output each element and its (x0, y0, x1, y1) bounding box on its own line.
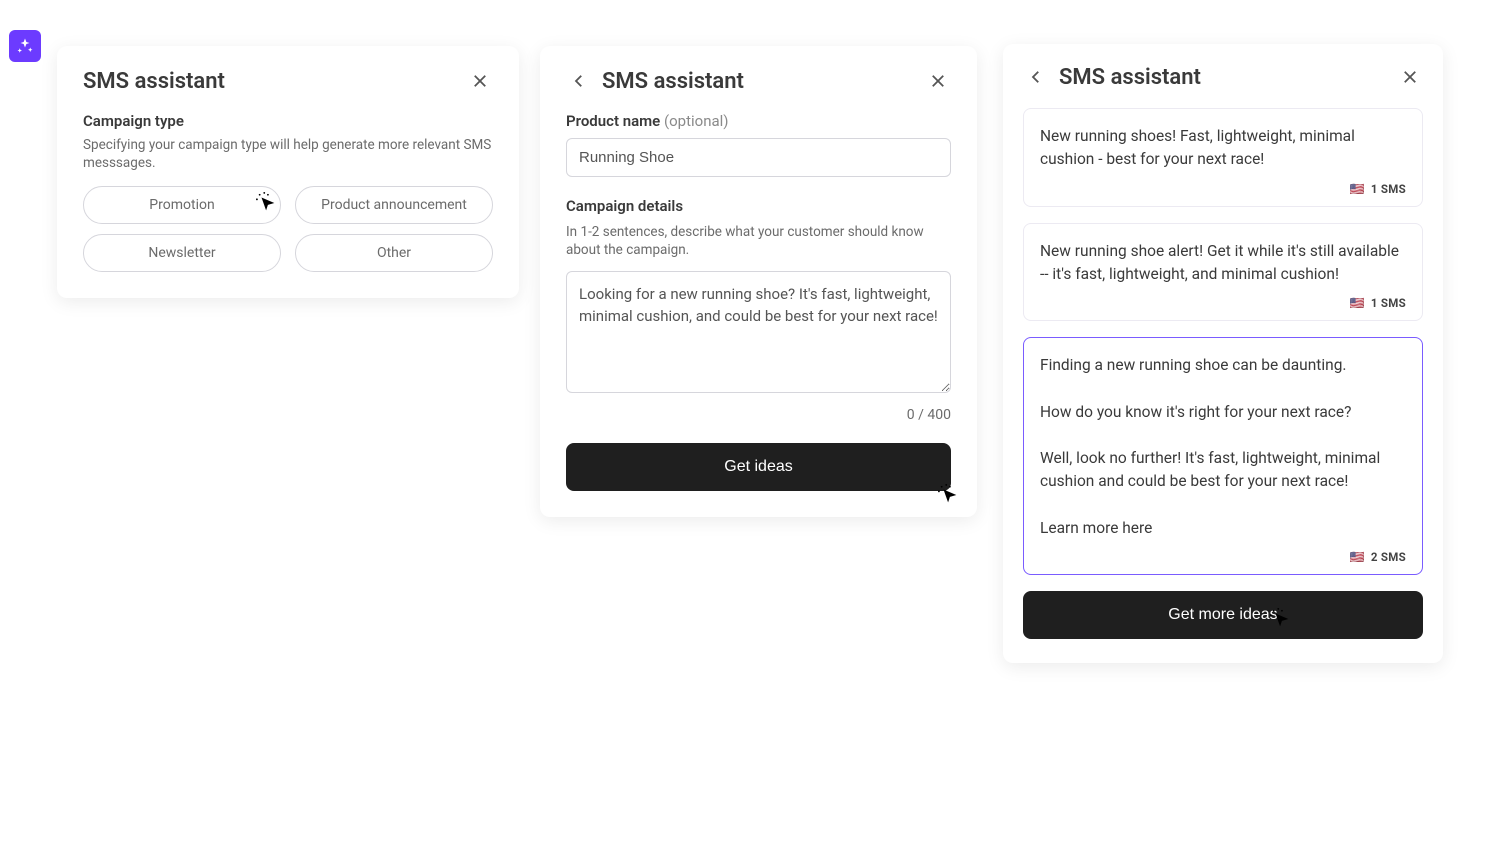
product-name-input[interactable] (566, 138, 951, 177)
flag-icon: 🇺🇸 (1350, 550, 1365, 564)
close-button[interactable] (467, 68, 493, 94)
option-newsletter[interactable]: Newsletter (83, 234, 281, 272)
idea-text: New running shoe alert! Get it while it'… (1040, 240, 1406, 287)
close-button[interactable] (925, 68, 951, 94)
char-count: 0 / 400 (566, 407, 951, 423)
campaign-type-heading: Campaign type (83, 112, 493, 130)
idea-card[interactable]: New running shoe alert! Get it while it'… (1023, 223, 1423, 322)
app-badge[interactable] (9, 30, 41, 62)
option-promotion[interactable]: Promotion (83, 186, 281, 224)
campaign-type-options: Promotion Product announcement Newslette… (83, 186, 493, 272)
idea-card[interactable]: New running shoes! Fast, lightweight, mi… (1023, 108, 1423, 207)
panel1-header: SMS assistant (83, 68, 493, 94)
idea-text: Finding a new running shoe can be daunti… (1040, 354, 1406, 540)
idea-card[interactable]: Finding a new running shoe can be daunti… (1023, 337, 1423, 575)
panel1-title: SMS assistant (83, 69, 457, 94)
panel2-header: SMS assistant (566, 68, 951, 94)
panel3-header: SMS assistant (1023, 64, 1423, 90)
sms-count: 1 SMS (1371, 182, 1406, 196)
product-name-label-text: Product name (566, 112, 660, 130)
idea-footer: 🇺🇸 2 SMS (1040, 550, 1406, 564)
close-button[interactable] (1397, 64, 1423, 90)
campaign-details-label: Campaign details (566, 197, 951, 215)
sms-count: 1 SMS (1371, 296, 1406, 310)
close-icon (1401, 68, 1419, 86)
option-other[interactable]: Other (295, 234, 493, 272)
idea-footer: 🇺🇸 1 SMS (1040, 182, 1406, 196)
panel3-title: SMS assistant (1059, 65, 1387, 90)
chevron-left-icon (1027, 68, 1045, 86)
campaign-details-desc: In 1-2 sentences, describe what your cus… (566, 223, 951, 259)
campaign-type-desc: Specifying your campaign type will help … (83, 136, 493, 172)
chevron-left-icon (570, 72, 588, 90)
product-name-optional: (optional) (664, 112, 729, 130)
option-product-announcement[interactable]: Product announcement (295, 186, 493, 224)
idea-footer: 🇺🇸 1 SMS (1040, 296, 1406, 310)
panel-campaign-type: SMS assistant Campaign type Specifying y… (57, 46, 519, 298)
close-icon (929, 72, 947, 90)
sparkle-icon (16, 37, 34, 55)
panel-campaign-details: SMS assistant Product name (optional) Ca… (540, 46, 977, 517)
product-name-label: Product name (optional) (566, 112, 951, 130)
close-icon (471, 72, 489, 90)
idea-text: New running shoes! Fast, lightweight, mi… (1040, 125, 1406, 172)
panel2-title: SMS assistant (602, 69, 915, 94)
flag-icon: 🇺🇸 (1350, 182, 1365, 196)
back-button[interactable] (566, 68, 592, 94)
panel-ideas: SMS assistant New running shoes! Fast, l… (1003, 44, 1443, 663)
get-more-ideas-button[interactable]: Get more ideas (1023, 591, 1423, 639)
back-button[interactable] (1023, 64, 1049, 90)
get-ideas-button[interactable]: Get ideas (566, 443, 951, 491)
flag-icon: 🇺🇸 (1350, 296, 1365, 310)
campaign-details-textarea[interactable] (566, 271, 951, 393)
sms-count: 2 SMS (1371, 550, 1406, 564)
ideas-list: New running shoes! Fast, lightweight, mi… (1023, 108, 1423, 575)
